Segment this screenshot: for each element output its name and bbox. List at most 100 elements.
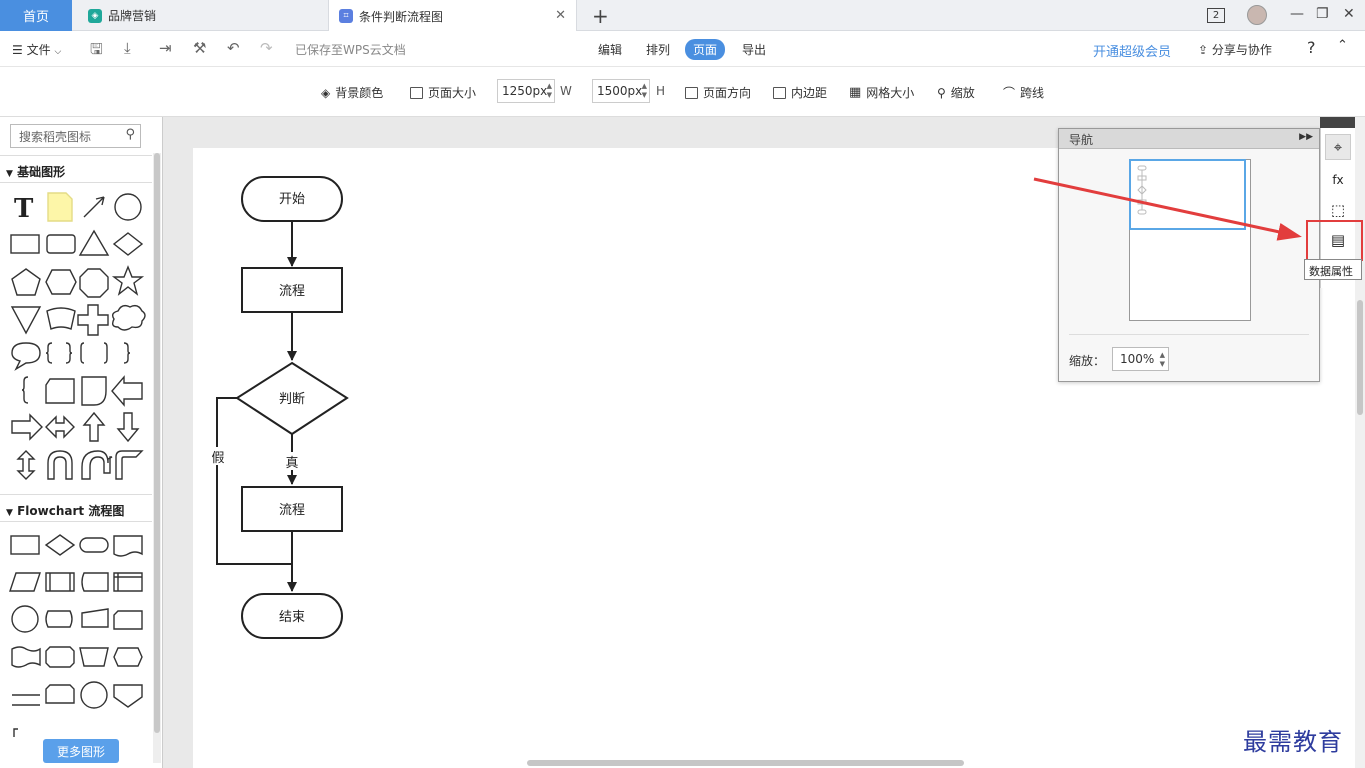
jump-line-button[interactable]: ⌒ 跨线 [1003,84,1044,101]
flowchart-shapes-grid[interactable] [0,527,152,742]
sidebar-scroll-thumb[interactable] [154,153,160,733]
speech-bubble-shape [11,342,41,371]
brace-right-shape [65,342,73,364]
grid-size-label: 网格大小 [866,86,915,100]
delay-shape [81,376,107,406]
more-shapes-button[interactable]: 更多图形 [43,739,119,763]
hexagon-shape [45,269,77,295]
share-button[interactable]: ⇪ 分享与协作 [1198,41,1272,58]
download-icon[interactable]: ⤓ [124,39,131,57]
file-menu-label: 文件 [26,43,51,57]
jump-line-icon: ⌒ [1003,86,1016,100]
cloud-shape [111,304,146,331]
grid-size-button[interactable]: ▦ 网格大小 [849,84,914,101]
manual-operation-shape [79,647,109,667]
collapse-icon[interactable]: ⌃ [1337,38,1348,53]
down-arrow-shape [116,412,140,443]
format-painter-icon[interactable]: ⚒ [193,39,206,57]
page-height-input[interactable]: 1500px ▲ ▼ [592,79,650,103]
add-tab-button[interactable]: + [592,4,609,28]
navigator-zoom-label: 缩放： [1069,354,1106,368]
page-width-value: 1250px [502,84,548,98]
orientation-button[interactable]: 页面方向 [685,84,751,101]
tab-brand-marketing[interactable]: ◈ 品牌营销 [78,0,326,31]
orientation-label: 页面方向 [703,86,752,100]
spinner-icon[interactable]: ▲ ▼ [547,82,552,100]
horizontal-scroll-thumb[interactable] [527,760,964,766]
spinner-icon[interactable]: ▲ ▼ [1160,351,1165,369]
page-size-button[interactable]: 页面大小 [410,84,476,101]
jump-line-label: 跨线 [1020,86,1045,100]
close-icon[interactable]: ✕ [555,8,566,23]
export-icon[interactable]: ⇥ [159,39,172,57]
redo-icon[interactable]: ↷ [260,39,273,57]
circle-shape [114,193,142,221]
notification-count-badge[interactable]: 2 [1207,8,1225,23]
padding-icon [773,86,786,99]
file-menu[interactable]: ☰ 文件 ⌵ [12,41,61,58]
undo-icon[interactable]: ↶ [227,39,240,57]
direct-data-shape [45,610,73,628]
minimize-icon[interactable]: — [1290,6,1304,22]
rounded-rect-shape [46,234,76,254]
u-turn-arrow-shape [81,450,113,480]
vertical-scroll-thumb[interactable] [1357,300,1363,415]
mode-export[interactable]: 导出 [734,39,774,60]
mode-arrange[interactable]: 排列 [638,39,678,60]
pentagon-shape [11,268,41,296]
flowchart-diagram[interactable]: 开始 流程 判断 真 假 流程 结束 [193,160,393,660]
chevron-down-icon: ⌵ [54,47,62,57]
text-shape: T [14,194,34,224]
brace-left-shape [45,342,53,364]
vertical-scrollbar[interactable] [1355,117,1365,768]
predefined-process-shape [45,572,75,592]
right-toolbar-header [1320,117,1355,128]
basic-shapes-grid[interactable]: T [0,187,152,487]
help-button[interactable]: ? [1307,38,1316,57]
restore-icon[interactable]: ❐ [1316,6,1329,22]
menu-bar: ☰ 文件 ⌵ 🖫 ⤓ ⇥ ⚒ ↶ ↷ 已保存至WPS云文档 编辑 排列 页面 导… [0,31,1365,67]
card-shape [45,378,75,404]
shape-search-input[interactable]: 搜索稻壳图标 ⚲ [10,124,141,148]
vip-link[interactable]: 开通超级会员 [1093,41,1171,60]
data-attributes-tooltip: 数据属性 [1304,259,1362,280]
orientation-icon [685,86,698,99]
page-width-input[interactable]: 1250px ▲ ▼ [497,79,555,103]
save-icon[interactable]: 🖫 [90,39,103,64]
search-icon[interactable]: ⚲ [125,127,135,142]
tab-home[interactable]: 首页 [0,0,72,31]
width-unit: W [560,84,572,98]
caret-down-icon: ▼ [6,508,13,518]
triangle-shape [78,229,110,256]
connector-shape [11,605,39,633]
zoom-button[interactable]: ⚲ 缩放 [937,84,975,101]
loop-limit-shape [45,684,75,704]
left-arrow-shape [111,375,143,407]
navigator-zoom-input[interactable]: 100% ▲ ▼ [1112,347,1169,371]
page-height-value: 1500px [597,84,643,98]
flowchart-shapes-header[interactable]: ▼ Flowchart 流程图 [0,494,152,522]
mode-page[interactable]: 页面 [685,39,726,60]
tab-flowchart-doc[interactable]: ⌗ 条件判断流程图 ✕ [328,0,577,32]
basic-shapes-header[interactable]: ▼ 基础图形 [0,155,152,183]
close-window-icon[interactable]: ✕ [1343,6,1355,22]
spinner-icon[interactable]: ▲ ▼ [642,82,647,100]
bg-color-label: 背景颜色 [335,86,384,100]
rectangle-shape [10,234,40,254]
corner-arrow-shape [115,450,144,480]
zoom-label: 缩放 [950,86,975,100]
bg-color-button[interactable]: ◈ 背景颜色 [321,84,383,101]
collapse-panel-icon[interactable]: ▶▶ [1299,132,1313,142]
avatar[interactable] [1247,5,1267,25]
on-page-ref-shape [80,681,108,709]
navigator-viewport[interactable] [1129,159,1246,230]
paren-right-shape [103,342,108,364]
padding-button[interactable]: 内边距 [773,84,827,101]
formula-icon[interactable]: fx [1325,167,1351,193]
navigator-compass-icon[interactable]: ⌖ [1325,134,1351,160]
true-label: 真 [285,456,298,471]
shape-library: 搜索稻壳图标 ⚲ ▼ 基础图形 T ▼ Flowchart 流程图 更多图形 [0,117,163,768]
navigator-header: 导航 ▶▶ [1059,129,1319,149]
flowchart-shapes-title: Flowchart 流程图 [17,504,125,518]
mode-edit[interactable]: 编辑 [590,39,630,60]
